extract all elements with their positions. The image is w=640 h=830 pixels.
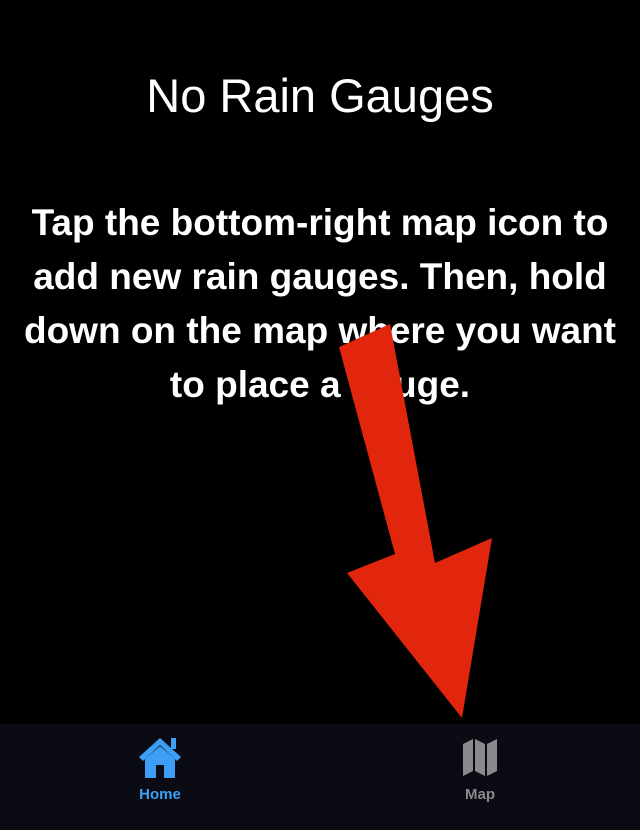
screen: No Rain Gauges Tap the bottom-right map … xyxy=(0,0,640,830)
empty-state-message: Tap the bottom-right map icon to add new… xyxy=(23,202,617,405)
tab-bar: Home Map xyxy=(0,724,640,830)
empty-state-title: No Rain Gauges xyxy=(146,69,494,122)
tab-map-label: Map xyxy=(465,786,495,803)
tab-home-label: Home xyxy=(139,786,181,803)
tab-home[interactable]: Home xyxy=(0,724,320,830)
map-icon xyxy=(455,734,505,780)
tab-map[interactable]: Map xyxy=(320,724,640,830)
house-icon xyxy=(135,734,185,780)
